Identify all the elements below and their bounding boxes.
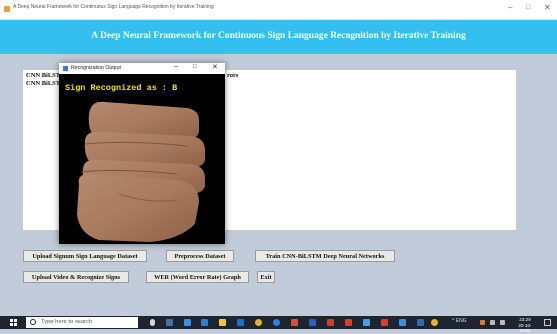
- word-icon[interactable]: [309, 319, 316, 326]
- window-title: A Deep Neural Framework for Continuous S…: [13, 4, 214, 10]
- minimize-button[interactable]: –: [508, 3, 512, 13]
- java-icon[interactable]: [381, 319, 388, 326]
- paint-icon[interactable]: [363, 319, 370, 326]
- recognition-output-window[interactable]: Recognization Output – □ ✕ Sign Recogniz…: [59, 63, 225, 244]
- popup-title: Recognization Output: [71, 65, 121, 71]
- popup-minimize-button[interactable]: –: [174, 63, 178, 70]
- excel-icon[interactable]: [417, 319, 424, 326]
- hand-sign-image: [77, 101, 205, 242]
- upload-video-button[interactable]: Upload Video & Recognize Signs: [23, 271, 129, 283]
- system-tray[interactable]: ^ ENG: [452, 318, 467, 324]
- recognized-sign-label: Sign Recognized as : B: [65, 83, 178, 93]
- wer-graph-button[interactable]: WER (Word Error Rate) Graph: [146, 271, 249, 283]
- store-icon[interactable]: [201, 319, 208, 326]
- search-placeholder: Type here to search: [41, 319, 93, 325]
- file-explorer-icon[interactable]: [219, 319, 226, 326]
- app-icon[interactable]: [431, 319, 438, 326]
- popup-titlebar[interactable]: Recognization Output – □ ✕: [59, 63, 225, 74]
- mail-icon[interactable]: [237, 319, 244, 326]
- upload-dataset-button[interactable]: Upload Signum Sign Language Dataset: [23, 250, 147, 262]
- acrobat-icon[interactable]: [345, 319, 352, 326]
- task-view-icon[interactable]: [166, 319, 173, 326]
- tray-app-icon[interactable]: [480, 320, 485, 325]
- maximize-button[interactable]: □: [526, 3, 530, 13]
- notification-icon[interactable]: [544, 319, 551, 326]
- edge-icon[interactable]: [184, 319, 191, 326]
- taskbar-clock[interactable]: 23:29 20-10-2020: [514, 317, 536, 334]
- output-line: CNN BiLST: [26, 72, 61, 79]
- window-titlebar: A Deep Neural Framework for Continuous S…: [0, 0, 557, 20]
- popup-maximize-button[interactable]: □: [193, 64, 197, 70]
- app-icon[interactable]: [291, 319, 298, 326]
- preprocess-dataset-button[interactable]: Preprocess Dataset: [166, 250, 234, 262]
- taskbar-search-input[interactable]: Type here to search: [26, 317, 138, 328]
- volume-icon[interactable]: [500, 320, 505, 325]
- chrome-icon[interactable]: [255, 319, 262, 326]
- exit-button[interactable]: Exit: [257, 271, 275, 283]
- ie-icon[interactable]: [273, 319, 280, 326]
- powerpoint-icon[interactable]: [327, 319, 334, 326]
- microphone-icon[interactable]: [150, 319, 155, 326]
- popup-close-button[interactable]: ✕: [212, 63, 218, 71]
- network-icon[interactable]: [490, 320, 495, 325]
- app-icon: [4, 6, 10, 12]
- popup-app-icon: [63, 66, 68, 71]
- train-network-button[interactable]: Train CNN-BiLSTM Deep Neural Networks: [255, 250, 395, 262]
- start-button[interactable]: [10, 319, 17, 326]
- output-line: CNN BiLST: [26, 80, 61, 87]
- python-icon[interactable]: [399, 319, 406, 326]
- header-banner: A Deep Neural Framework for Continuous S…: [0, 20, 557, 54]
- output-line: rors: [227, 72, 239, 79]
- page-title: A Deep Neural Framework for Continuous S…: [91, 31, 466, 41]
- clock-date: 20-10-2020: [518, 322, 532, 334]
- close-button[interactable]: ✕: [544, 3, 551, 13]
- search-icon: [30, 319, 36, 325]
- taskbar: Type here to search ^ ENG 23:29 20-10-20…: [0, 316, 557, 333]
